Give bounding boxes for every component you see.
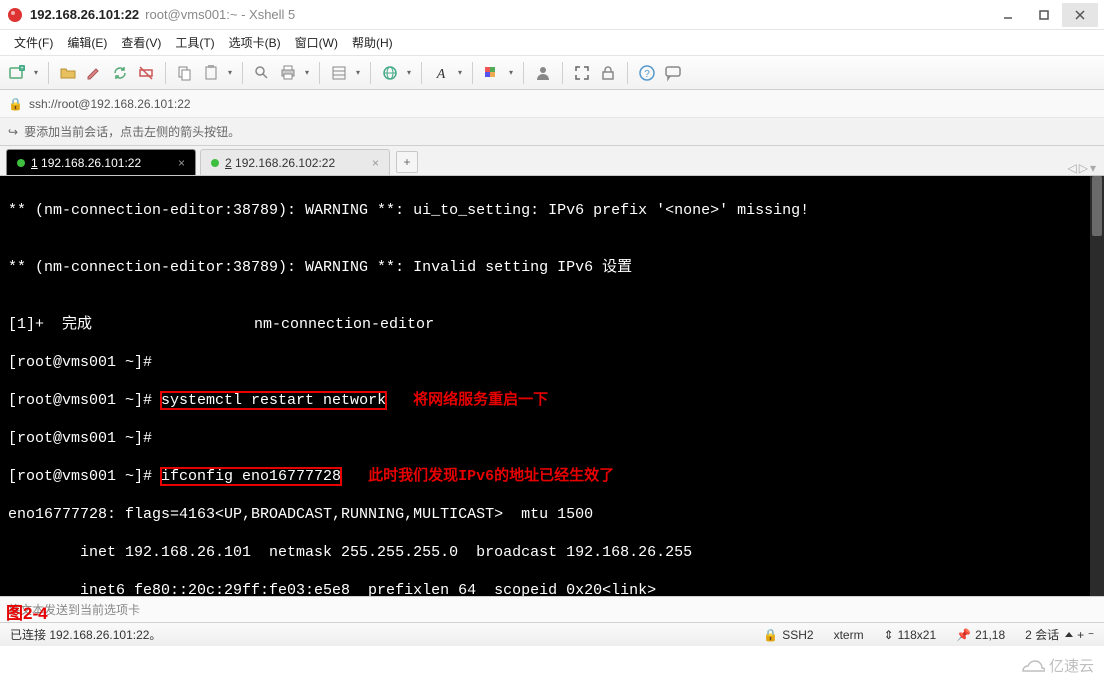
figure-label: 图2-4 xyxy=(6,599,48,624)
dropdown-icon[interactable]: ▾ xyxy=(303,68,311,77)
terminal-line: inet 192.168.26.101 netmask 255.255.255.… xyxy=(8,543,1096,562)
terminal-line: [root@vms001 ~]# ifconfig eno16777728 此时… xyxy=(8,467,1096,486)
maximize-button[interactable] xyxy=(1026,3,1062,27)
status-bar: 已连接 192.168.26.101:22。 🔒 SSH2 xterm ⇕ 11… xyxy=(0,622,1104,646)
menu-view[interactable]: 查看(V) xyxy=(115,31,167,54)
tab-session-2[interactable]: 2 192.168.26.102:22 × xyxy=(200,149,390,175)
terminal-line: [1]+ 完成 nm-connection-editor xyxy=(8,315,1096,334)
dropdown-icon[interactable]: ▾ xyxy=(226,68,234,77)
menu-edit[interactable]: 编辑(E) xyxy=(61,31,113,54)
globe-icon[interactable] xyxy=(379,62,401,84)
watermark: 亿速云 xyxy=(1019,655,1094,676)
lock-icon: 🔒 xyxy=(8,97,23,111)
find-icon[interactable] xyxy=(251,62,273,84)
help-icon[interactable]: ? xyxy=(636,62,658,84)
status-dot-icon xyxy=(211,159,219,167)
annotation-text: 此时我们发现IPv6的地址已经生效了 xyxy=(341,468,614,485)
hint-text: 要添加当前会话，点击左侧的箭头按钮。 xyxy=(24,123,240,140)
status-dot-icon xyxy=(17,159,25,167)
menu-help[interactable]: 帮助(H) xyxy=(346,31,399,54)
svg-text:?: ? xyxy=(644,69,650,80)
dropdown-icon[interactable]: ▾ xyxy=(456,68,464,77)
tab-session-1[interactable]: 1 192.168.26.101:22 × xyxy=(6,149,196,175)
status-size: ⇕ 118x21 xyxy=(884,628,937,642)
reconnect-icon[interactable] xyxy=(109,62,131,84)
dropdown-icon[interactable]: ▾ xyxy=(32,68,40,77)
app-icon xyxy=(6,6,24,24)
properties-icon[interactable] xyxy=(328,62,350,84)
minimize-button[interactable] xyxy=(990,3,1026,27)
tab-scroll-right-icon[interactable]: ▷ xyxy=(1079,161,1088,175)
terminal-line: eno16777728: flags=4163<UP,BROADCAST,RUN… xyxy=(8,505,1096,524)
menu-file[interactable]: 文件(F) xyxy=(8,31,59,54)
address-url: ssh://root@192.168.26.101:22 xyxy=(29,97,191,111)
terminal-line: ** (nm-connection-editor:38789): WARNING… xyxy=(8,201,1096,220)
status-term: xterm xyxy=(834,628,864,642)
titlebar: 192.168.26.101:22 root@vms001:~ - Xshell… xyxy=(0,0,1104,30)
paste-icon[interactable] xyxy=(200,62,222,84)
terminal-scrollbar[interactable] xyxy=(1090,176,1104,596)
annotation-text: 将网络服务重启一下 xyxy=(386,392,548,409)
print-icon[interactable] xyxy=(277,62,299,84)
add-tab-button[interactable]: + xyxy=(396,151,418,173)
status-connection: 已连接 192.168.26.101:22。 xyxy=(10,626,161,643)
open-icon[interactable] xyxy=(57,62,79,84)
terminal-line: ** (nm-connection-editor:38789): WARNING… xyxy=(8,258,1096,277)
toolbar: + ▾ ▾ ▾ ▾ ▾ A ▾ ▾ ? xyxy=(0,56,1104,90)
menubar: 文件(F) 编辑(E) 查看(V) 工具(T) 选项卡(B) 窗口(W) 帮助(… xyxy=(0,30,1104,56)
colors-icon[interactable] xyxy=(481,62,503,84)
highlighted-command: ifconfig eno16777728 xyxy=(161,468,341,485)
terminal-line: [root@vms001 ~]# xyxy=(8,353,1096,372)
tab-menu-icon[interactable]: ▾ xyxy=(1090,161,1096,175)
dropdown-icon[interactable]: ▾ xyxy=(507,68,515,77)
terminal-line: [root@vms001 ~]# xyxy=(8,429,1096,448)
tab-close-icon[interactable]: × xyxy=(178,156,185,170)
hint-bar: ↪ 要添加当前会话，点击左侧的箭头按钮。 xyxy=(0,118,1104,146)
status-sessions[interactable]: 2 会话 + − xyxy=(1025,626,1094,643)
highlighted-command: systemctl restart network xyxy=(161,392,386,409)
font-icon[interactable]: A xyxy=(430,62,452,84)
close-button[interactable] xyxy=(1062,3,1098,27)
window-title-sub: root@vms001:~ - Xshell 5 xyxy=(145,7,295,22)
menu-tab[interactable]: 选项卡(B) xyxy=(223,31,287,54)
svg-text:A: A xyxy=(436,67,446,82)
hint-arrow-icon[interactable]: ↪ xyxy=(8,125,18,139)
lock-icon[interactable] xyxy=(597,62,619,84)
dropdown-icon[interactable]: ▾ xyxy=(354,68,362,77)
dropdown-icon[interactable]: ▾ xyxy=(405,68,413,77)
compose-bar[interactable]: 将文本发送到当前选项卡 图2-4 xyxy=(0,596,1104,622)
menu-window[interactable]: 窗口(W) xyxy=(289,31,344,54)
copy-icon[interactable] xyxy=(174,62,196,84)
disconnect-icon[interactable] xyxy=(135,62,157,84)
status-cursor-pos: 📌 21,18 xyxy=(956,628,1005,642)
menu-tools[interactable]: 工具(T) xyxy=(169,31,220,54)
new-session-icon[interactable]: + xyxy=(6,62,28,84)
edit-icon[interactable] xyxy=(83,62,105,84)
svg-text:+: + xyxy=(20,66,24,72)
user-icon[interactable] xyxy=(532,62,554,84)
terminal[interactable]: ** (nm-connection-editor:38789): WARNING… xyxy=(0,176,1104,596)
chat-icon[interactable] xyxy=(662,62,684,84)
status-protocol: 🔒 SSH2 xyxy=(763,628,813,642)
terminal-line: [root@vms001 ~]# systemctl restart netwo… xyxy=(8,391,1096,410)
fullscreen-icon[interactable] xyxy=(571,62,593,84)
tab-scroll-left-icon[interactable]: ◁ xyxy=(1068,161,1077,175)
address-bar[interactable]: 🔒 ssh://root@192.168.26.101:22 xyxy=(0,90,1104,118)
tab-strip: 1 192.168.26.101:22 × 2 192.168.26.102:2… xyxy=(0,146,1104,176)
window-title-main: 192.168.26.101:22 xyxy=(30,7,139,22)
terminal-line: inet6 fe80::20c:29ff:fe03:e5e8 prefixlen… xyxy=(8,581,1096,596)
tab-close-icon[interactable]: × xyxy=(372,156,379,170)
